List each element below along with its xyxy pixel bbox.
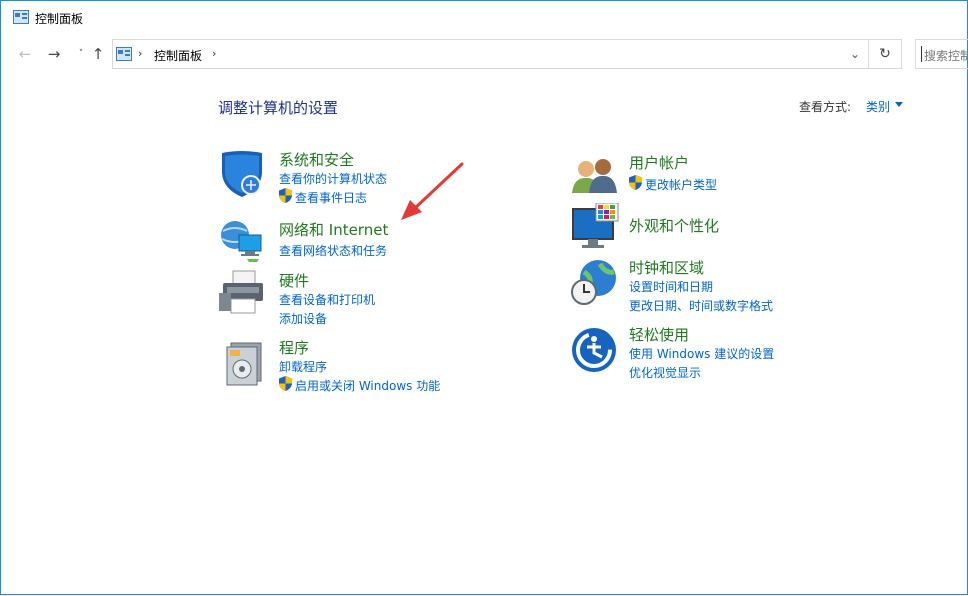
view-by-label: 查看方式: xyxy=(799,100,852,114)
network-icon[interactable] xyxy=(217,215,267,265)
breadcrumb-separator-icon[interactable]: › xyxy=(138,47,142,60)
category-title-network-internet[interactable]: 网络和 Internet xyxy=(279,219,388,240)
breadcrumb-separator-icon[interactable]: › xyxy=(212,47,216,60)
arrow-up-icon: ↑ xyxy=(91,45,105,63)
chevron-down-icon: ˅ xyxy=(78,49,84,59)
link-recommended-settings[interactable]: 使用 Windows 建议的设置 xyxy=(629,345,774,362)
arrow-left-icon: ← xyxy=(18,45,32,63)
link-add-device[interactable]: 添加设备 xyxy=(279,310,327,327)
control-panel-icon xyxy=(13,10,29,24)
search-placeholder: 搜索控制面板 xyxy=(924,49,968,63)
search-input[interactable]: 搜索控制面板 xyxy=(915,39,968,69)
link-view-computer-status[interactable]: 查看你的计算机状态 xyxy=(279,170,387,187)
arrow-right-icon: → xyxy=(47,45,61,63)
category-title-system-security[interactable]: 系统和安全 xyxy=(279,149,354,170)
view-by-dropdown[interactable]: 类别 xyxy=(866,98,890,115)
window-title: 控制面板 xyxy=(35,12,84,26)
annotation-arrow xyxy=(401,162,464,220)
back-button[interactable]: ← xyxy=(16,45,34,63)
link-optimize-visual-display[interactable]: 优化视觉显示 xyxy=(629,364,701,381)
control-panel-icon xyxy=(116,47,132,61)
refresh-button[interactable]: ↻ xyxy=(869,39,902,69)
page-title: 调整计算机的设置 xyxy=(218,99,339,117)
control-panel-window: 控制面板 ← → ˅ ↑ › 控制面板 › ⌄ ↻ 搜索控制面板 调整计算机的设… xyxy=(0,0,968,595)
link-view-network-status[interactable]: 查看网络状态和任务 xyxy=(279,242,387,259)
forward-button[interactable]: → xyxy=(45,45,63,63)
up-button[interactable]: ↑ xyxy=(89,45,107,63)
category-title-ease-of-access[interactable]: 轻松使用 xyxy=(629,324,689,345)
uac-shield-icon xyxy=(279,376,292,391)
accessibility-icon[interactable] xyxy=(570,325,620,375)
category-title-appearance[interactable]: 外观和个性化 xyxy=(629,215,719,236)
navigation-bar: ← → ˅ ↑ › 控制面板 › ⌄ ↻ 搜索控制面板 xyxy=(1,39,968,71)
uac-shield-icon xyxy=(629,175,642,190)
category-title-hardware[interactable]: 硬件 xyxy=(279,270,309,291)
category-title-user-accounts[interactable]: 用户帐户 xyxy=(629,152,689,173)
link-set-time-date[interactable]: 设置时间和日期 xyxy=(629,278,713,295)
link-view-event-logs[interactable]: 查看事件日志 xyxy=(295,189,367,206)
printer-icon[interactable] xyxy=(217,269,267,319)
uac-shield-icon xyxy=(279,188,292,203)
programs-icon[interactable] xyxy=(217,337,267,387)
link-change-formats[interactable]: 更改日期、时间或数字格式 xyxy=(629,297,773,314)
recent-locations-button[interactable]: ˅ xyxy=(72,45,90,63)
address-dropdown-icon[interactable]: ⌄ xyxy=(850,47,860,61)
link-windows-features[interactable]: 启用或关闭 Windows 功能 xyxy=(295,377,440,394)
refresh-icon: ↻ xyxy=(879,46,891,62)
link-view-devices-printers[interactable]: 查看设备和打印机 xyxy=(279,291,375,308)
users-icon[interactable] xyxy=(570,153,620,203)
link-change-account-type[interactable]: 更改帐户类型 xyxy=(645,176,717,193)
title-bar: 控制面板 xyxy=(1,1,967,35)
text-caret xyxy=(921,46,922,62)
address-bar[interactable]: › 控制面板 › ⌄ xyxy=(112,39,869,69)
view-by-caret-icon[interactable] xyxy=(895,102,903,107)
category-title-programs[interactable]: 程序 xyxy=(279,337,309,358)
category-title-clock-region[interactable]: 时钟和区域 xyxy=(629,257,704,278)
link-uninstall-program[interactable]: 卸载程序 xyxy=(279,358,327,375)
shield-icon[interactable] xyxy=(217,149,267,199)
display-icon[interactable] xyxy=(570,203,620,253)
clock-globe-icon[interactable] xyxy=(570,258,620,308)
breadcrumb-control-panel[interactable]: 控制面板 xyxy=(154,47,202,64)
